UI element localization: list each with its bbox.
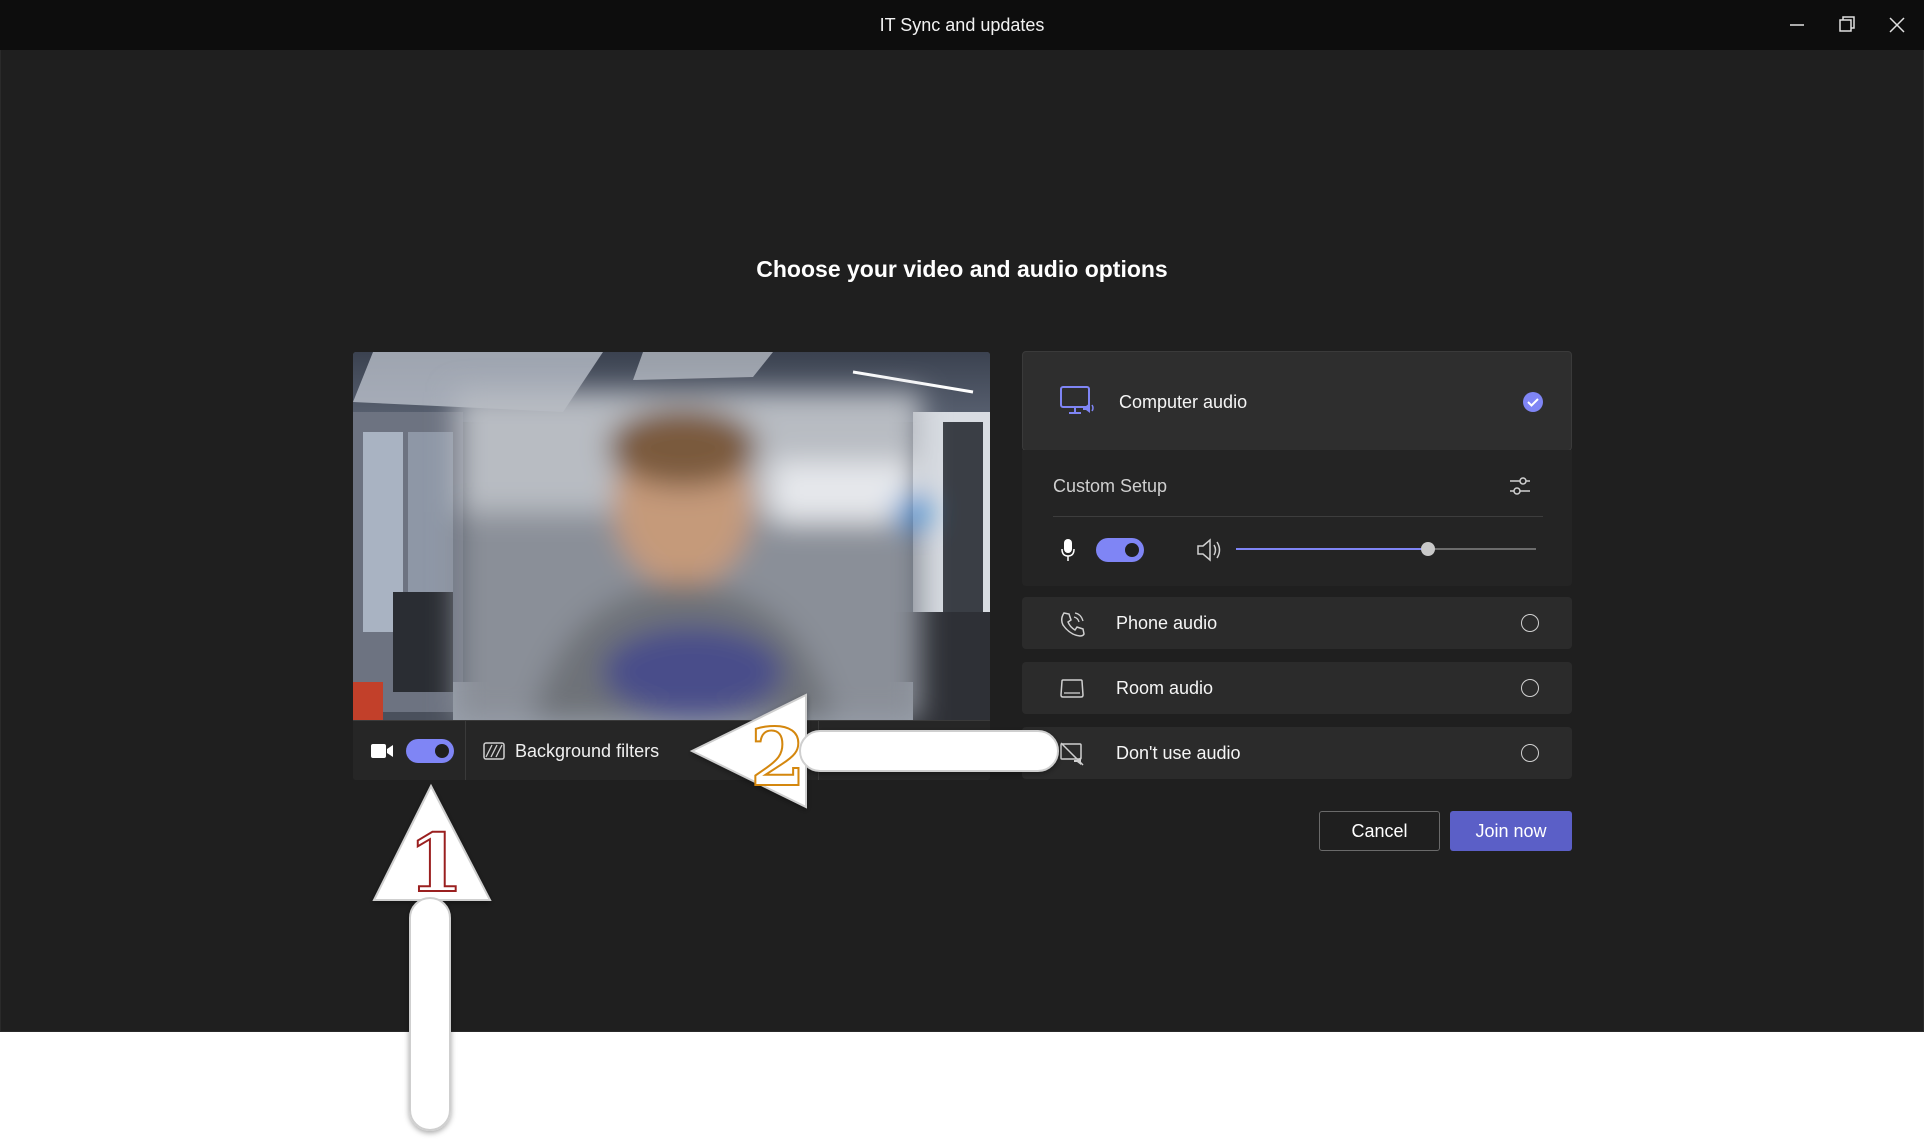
video-panel: Background filters bbox=[353, 352, 990, 780]
volume-fill bbox=[1236, 548, 1428, 550]
custom-setup-label: Custom Setup bbox=[1053, 476, 1168, 496]
camera-preview bbox=[353, 352, 990, 720]
microphone-toggle[interactable] bbox=[1096, 538, 1144, 562]
phone-audio-label: Phone audio bbox=[1116, 613, 1218, 633]
volume-thumb[interactable] bbox=[1421, 542, 1435, 556]
computer-audio-option[interactable]: Computer audio bbox=[1022, 351, 1572, 451]
room-audio-option[interactable]: Room audio bbox=[1022, 662, 1572, 714]
restore-icon[interactable] bbox=[1832, 10, 1862, 40]
custom-setup-divider bbox=[1053, 516, 1543, 517]
room-icon bbox=[1058, 675, 1086, 708]
background-filters-label: Background filters bbox=[515, 740, 660, 761]
camera-toggle[interactable] bbox=[406, 739, 454, 763]
device-settings-icon[interactable] bbox=[1508, 474, 1532, 498]
toggle-knob bbox=[435, 744, 449, 758]
join-now-button[interactable]: Join now bbox=[1450, 811, 1572, 851]
selected-check-icon bbox=[1523, 392, 1543, 412]
computer-audio-icon bbox=[1059, 384, 1095, 425]
no-audio-radio[interactable] bbox=[1521, 744, 1539, 762]
no-audio-option[interactable]: Don't use audio bbox=[1022, 727, 1572, 779]
cancel-button[interactable]: Cancel bbox=[1319, 811, 1440, 851]
phone-icon bbox=[1058, 610, 1086, 643]
toolbar-divider bbox=[818, 721, 819, 780]
window-title: IT Sync and updates bbox=[879, 15, 1045, 35]
no-audio-icon bbox=[1058, 740, 1086, 773]
room-audio-label: Room audio bbox=[1116, 678, 1214, 698]
custom-setup-panel: Custom Setup bbox=[1022, 450, 1572, 586]
toolbar-separator bbox=[465, 721, 466, 780]
computer-audio-label: Computer audio bbox=[1119, 392, 1248, 412]
phone-audio-option[interactable]: Phone audio bbox=[1022, 597, 1572, 649]
background-filters-button[interactable]: Background filters bbox=[483, 737, 659, 765]
minimize-icon[interactable] bbox=[1782, 10, 1812, 40]
microphone-icon bbox=[1060, 538, 1076, 562]
no-audio-label: Don't use audio bbox=[1116, 743, 1241, 763]
speaker-icon bbox=[1196, 538, 1222, 562]
close-icon[interactable] bbox=[1882, 10, 1912, 40]
phone-audio-radio[interactable] bbox=[1521, 614, 1539, 632]
camera-icon bbox=[370, 740, 394, 762]
background-filters-icon bbox=[483, 742, 505, 760]
speaker-volume-slider[interactable] bbox=[1236, 542, 1536, 556]
room-audio-radio[interactable] bbox=[1521, 679, 1539, 697]
page-title: Choose your video and audio options bbox=[756, 256, 1168, 282]
toggle-knob bbox=[1125, 543, 1139, 557]
title-bar: IT Sync and updates bbox=[0, 0, 1924, 50]
video-toolbar: Background filters bbox=[353, 720, 990, 780]
